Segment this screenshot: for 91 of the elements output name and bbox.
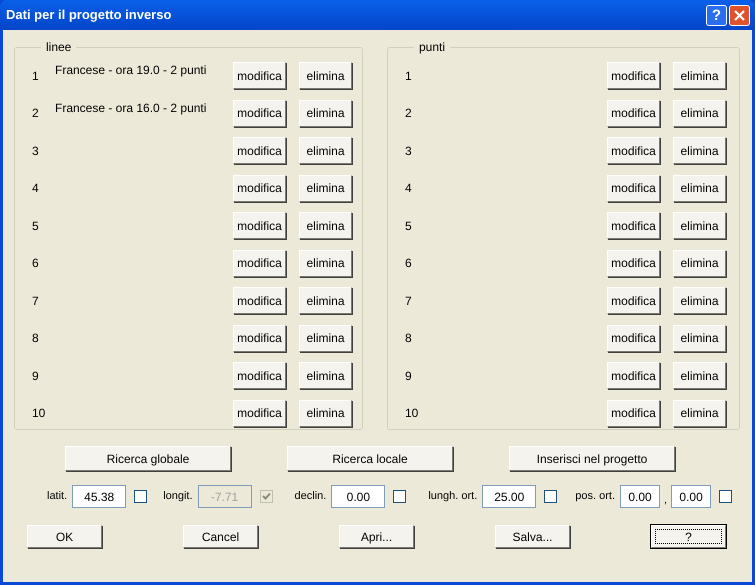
row-number: 6 <box>405 255 413 272</box>
search-button[interactable]: Ricerca locale <box>287 446 453 471</box>
delete-button[interactable]: elimina <box>299 174 352 202</box>
dialog-button[interactable]: OK <box>27 525 102 548</box>
edit-button[interactable]: modifica <box>607 137 660 164</box>
input-field[interactable]: 0.00 <box>331 485 386 508</box>
field-label: lungh. ort. <box>428 489 478 504</box>
edit-button[interactable]: modifica <box>233 324 286 352</box>
search-button[interactable]: Ricerca globale <box>65 446 231 471</box>
edit-button[interactable]: modifica <box>233 212 286 240</box>
delete-button[interactable]: elimina <box>299 362 352 390</box>
help-button[interactable]: ? <box>706 4 727 26</box>
edit-button[interactable]: modifica <box>607 400 660 427</box>
delete-button[interactable]: elimina <box>673 212 726 240</box>
delete-button[interactable]: elimina <box>673 62 726 90</box>
edit-button[interactable]: modifica <box>233 62 286 90</box>
field-label: declin. <box>294 489 326 504</box>
delete-button[interactable]: elimina <box>299 400 352 427</box>
edit-button[interactable]: modifica <box>233 100 286 127</box>
row-number: 2 <box>32 105 40 122</box>
edit-button[interactable]: modifica <box>233 287 286 314</box>
row-number: 4 <box>405 180 413 198</box>
input-field[interactable]: 45.38 <box>72 485 126 508</box>
edit-button[interactable]: modifica <box>607 250 660 277</box>
edit-button[interactable]: modifica <box>607 362 660 390</box>
delete-button[interactable]: elimina <box>299 137 352 164</box>
dialog-button[interactable]: Cancel <box>183 525 258 548</box>
delete-button[interactable]: elimina <box>673 324 726 352</box>
search-button[interactable]: Inserisci nel progetto <box>509 446 675 471</box>
delete-button[interactable]: elimina <box>299 100 352 127</box>
group-label: linee <box>45 39 72 56</box>
input-field[interactable]: 0.00 <box>671 485 712 508</box>
edit-button[interactable]: modifica <box>607 62 660 90</box>
delete-button[interactable]: elimina <box>673 287 726 314</box>
delete-button[interactable]: elimina <box>299 62 352 90</box>
delete-button[interactable]: elimina <box>673 250 726 277</box>
input-field[interactable]: 0.00 <box>620 485 660 508</box>
close-icon <box>734 10 745 20</box>
row-number: 7 <box>405 292 413 310</box>
delete-button[interactable]: elimina <box>673 400 726 427</box>
row-number: 6 <box>32 255 40 272</box>
checkbox[interactable] <box>544 490 558 503</box>
delete-button[interactable]: elimina <box>673 174 726 202</box>
delete-button[interactable]: elimina <box>299 212 352 240</box>
delete-button[interactable]: elimina <box>299 250 352 277</box>
row-number: 4 <box>32 180 40 198</box>
field-label: pos. ort. <box>575 489 616 504</box>
row-number: 9 <box>405 368 413 385</box>
checkbox[interactable] <box>393 490 406 503</box>
group-label: punti <box>418 39 446 56</box>
edit-button[interactable]: modifica <box>233 362 286 390</box>
dialog-button[interactable]: ? <box>651 525 726 548</box>
edit-button[interactable]: modifica <box>233 174 286 202</box>
row-number: 7 <box>32 292 40 310</box>
row-number: 2 <box>405 105 413 122</box>
edit-button[interactable]: modifica <box>233 400 286 427</box>
delete-button[interactable]: elimina <box>673 137 726 164</box>
window-title: Dati per il progetto inverso <box>6 6 172 24</box>
delete-button[interactable]: elimina <box>299 324 352 352</box>
row-number: 5 <box>32 218 40 235</box>
checkbox[interactable] <box>719 490 732 503</box>
edit-button[interactable]: modifica <box>607 174 660 202</box>
line-label: Francese - ora 16.0 - 2 punti <box>55 100 206 114</box>
edit-button[interactable]: modifica <box>607 287 660 314</box>
row-number: 10 <box>405 405 420 422</box>
row-number: 1 <box>405 68 413 85</box>
row-number: 9 <box>32 368 40 385</box>
edit-button[interactable]: modifica <box>607 100 660 127</box>
row-number: 8 <box>405 330 413 348</box>
row-number: 3 <box>405 142 413 160</box>
field-label: latit. <box>47 489 68 504</box>
edit-button[interactable]: modifica <box>607 324 660 352</box>
line-label: Francese - ora 19.0 - 2 punti <box>55 63 206 77</box>
row-number: 3 <box>32 142 40 160</box>
delete-button[interactable]: elimina <box>673 362 726 390</box>
row-number: 8 <box>32 330 40 348</box>
field-label: longit. <box>163 489 193 504</box>
input-field[interactable]: 25.00 <box>482 485 536 508</box>
checkbox[interactable] <box>134 490 148 503</box>
separator-text: , <box>664 492 668 508</box>
row-number: 10 <box>32 405 46 422</box>
dialog-button[interactable]: Apri... <box>339 525 414 548</box>
edit-button[interactable]: modifica <box>233 137 286 164</box>
row-number: 1 <box>32 68 40 85</box>
delete-button[interactable]: elimina <box>299 287 352 314</box>
edit-button[interactable]: modifica <box>607 212 660 240</box>
delete-button[interactable]: elimina <box>673 100 726 127</box>
close-button[interactable] <box>729 4 750 26</box>
dialog-button[interactable]: Salva... <box>495 525 570 548</box>
row-number: 5 <box>405 218 413 235</box>
edit-button[interactable]: modifica <box>233 250 286 277</box>
